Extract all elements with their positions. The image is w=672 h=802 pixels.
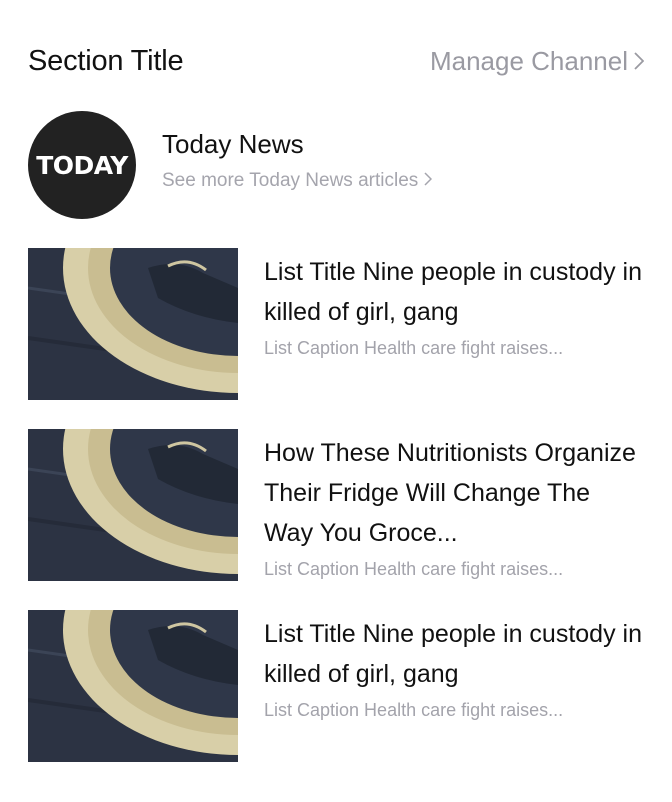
article-item[interactable]: How These Nutritionists Organize Their F… bbox=[28, 429, 644, 581]
article-item[interactable]: List Title Nine people in custody in kil… bbox=[28, 248, 644, 400]
article-thumbnail bbox=[28, 429, 238, 581]
article-caption: List Caption Health care fight raises... bbox=[264, 700, 564, 720]
article-title: List Title Nine people in custody in kil… bbox=[264, 258, 642, 326]
channel-row[interactable]: TODAY Today News See more Today News art… bbox=[28, 110, 644, 220]
channel-info: Today News See more Today News articles bbox=[162, 128, 434, 192]
article-text: List Title Nine people in custody in kil… bbox=[264, 248, 644, 400]
article-list: List Title Nine people in custody in kil… bbox=[28, 248, 644, 791]
article-thumbnail bbox=[28, 248, 238, 400]
channel-logo: TODAY bbox=[28, 111, 136, 219]
article-caption: List Caption Health care fight raises... bbox=[264, 559, 564, 579]
article-title: How These Nutritionists Organize Their F… bbox=[264, 439, 636, 547]
channel-name: Today News bbox=[162, 129, 304, 159]
manage-channel-label: Manage Channel bbox=[429, 45, 628, 76]
chevron-right-icon bbox=[424, 172, 434, 190]
see-more-label: See more Today News articles bbox=[162, 170, 419, 191]
article-title: List Title Nine people in custody in kil… bbox=[264, 620, 642, 688]
article-text: List Title Nine people in custody in kil… bbox=[264, 610, 644, 762]
chevron-right-icon bbox=[634, 52, 644, 70]
section-header: Section Title Manage Channel bbox=[28, 38, 644, 84]
article-caption: List Caption Health care fight raises... bbox=[264, 338, 564, 358]
article-item[interactable]: List Title Nine people in custody in kil… bbox=[28, 610, 644, 762]
manage-channel-link[interactable]: Manage Channel bbox=[430, 46, 644, 77]
see-more-link[interactable]: See more Today News articles bbox=[162, 170, 434, 192]
article-text: How These Nutritionists Organize Their F… bbox=[264, 429, 644, 581]
section-title: Section Title bbox=[28, 44, 184, 77]
article-thumbnail bbox=[28, 610, 238, 762]
